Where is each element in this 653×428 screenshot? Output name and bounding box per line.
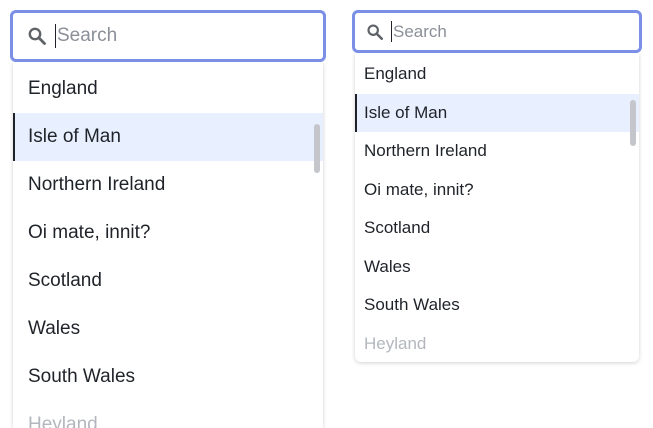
option-south-wales[interactable]: South Wales xyxy=(355,286,639,325)
option-england[interactable]: England xyxy=(355,55,639,94)
option-heyland[interactable]: Heyland xyxy=(13,401,323,428)
option-isle-of-man[interactable]: Isle of Man xyxy=(13,113,323,161)
search-box[interactable] xyxy=(352,10,642,53)
listbox-scrollbar-thumb[interactable] xyxy=(314,124,320,173)
country-combobox-large: England Isle of Man Northern Ireland Oi … xyxy=(10,10,326,428)
options-listbox[interactable]: England Isle of Man Northern Ireland Oi … xyxy=(13,62,323,428)
option-oi-mate-innit[interactable]: Oi mate, innit? xyxy=(13,209,323,257)
text-caret xyxy=(391,21,392,42)
option-heyland[interactable]: Heyland xyxy=(355,325,639,363)
search-box[interactable] xyxy=(10,10,326,62)
search-icon xyxy=(366,23,384,41)
option-oi-mate-innit[interactable]: Oi mate, innit? xyxy=(355,171,639,210)
options-listbox[interactable]: England Isle of Man Northern Ireland Oi … xyxy=(355,53,639,362)
option-wales[interactable]: Wales xyxy=(13,305,323,353)
country-combobox-small: England Isle of Man Northern Ireland Oi … xyxy=(352,10,642,362)
option-wales[interactable]: Wales xyxy=(355,248,639,287)
search-icon xyxy=(27,26,47,46)
option-south-wales[interactable]: South Wales xyxy=(13,353,323,401)
listbox-scrollbar-thumb[interactable] xyxy=(630,100,636,146)
option-northern-ireland[interactable]: Northern Ireland xyxy=(355,132,639,171)
search-input[interactable] xyxy=(57,25,323,47)
option-scotland[interactable]: Scotland xyxy=(13,257,323,305)
option-england[interactable]: England xyxy=(13,65,323,113)
option-scotland[interactable]: Scotland xyxy=(355,209,639,248)
option-northern-ireland[interactable]: Northern Ireland xyxy=(13,161,323,209)
search-input[interactable] xyxy=(393,21,639,42)
option-isle-of-man[interactable]: Isle of Man xyxy=(355,93,639,132)
text-caret xyxy=(55,24,56,48)
